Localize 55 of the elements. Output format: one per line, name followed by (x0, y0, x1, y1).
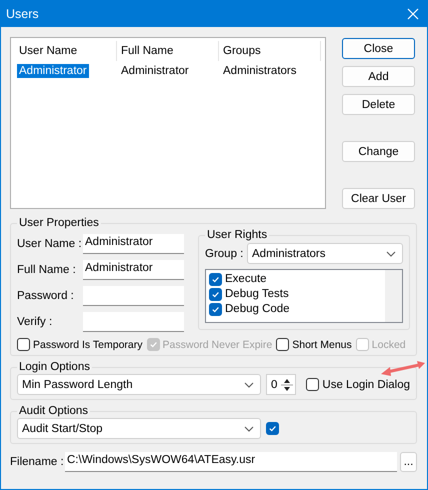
check-icon (268, 424, 277, 433)
checkbox[interactable] (209, 302, 222, 316)
field-label: Verify : (17, 316, 54, 328)
checkbox-label: Debug Code (225, 303, 290, 315)
column-header[interactable]: User Name (15, 41, 117, 61)
table-cell[interactable]: Administrator (17, 64, 89, 78)
pointer-arrow (381, 361, 425, 377)
checkbox-label: Locked (372, 338, 406, 350)
field-label: Group : (205, 248, 244, 260)
dialog-button[interactable]: Clear User (342, 188, 415, 209)
checkbox[interactable] (209, 272, 222, 286)
checkbox-label: Password Never Expire (162, 338, 272, 350)
column-header[interactable]: Groups (219, 41, 321, 61)
scrollbar-track[interactable] (385, 270, 402, 322)
field-label: User Name : (17, 238, 83, 250)
browse-button[interactable]: ... (400, 452, 417, 472)
check-icon (148, 340, 158, 349)
column-header[interactable]: Full Name (117, 41, 219, 61)
checkbox-label: Short Menus (292, 338, 352, 350)
chevron-down-icon (386, 250, 396, 256)
table-cell[interactable]: Administrator (119, 64, 191, 78)
chevron-down-icon (244, 426, 254, 432)
checkbox-label: Password Is Temporary (33, 338, 143, 350)
group-title: User Rights (206, 229, 268, 241)
dialog-button[interactable]: Close (342, 38, 415, 59)
input-field[interactable] (83, 286, 184, 306)
checkbox[interactable] (306, 378, 320, 391)
dialog-button[interactable]: Change (342, 141, 415, 162)
checkbox-label: Debug Tests (225, 288, 289, 300)
input-field[interactable] (83, 312, 184, 332)
checkbox-label: Execute (225, 273, 267, 285)
input-field[interactable]: Administrator (83, 260, 184, 280)
checkbox[interactable] (209, 288, 222, 300)
field-label: Full Name : (17, 264, 77, 276)
checkbox-label: Use Login Dialog (322, 378, 410, 390)
close-icon[interactable] (407, 8, 419, 20)
group-title: Login Options (18, 361, 91, 373)
input-field[interactable]: Administrator (83, 234, 184, 254)
group-title: User Properties (18, 217, 100, 229)
table-cell[interactable]: Administrators (221, 64, 298, 78)
setting-dropdown[interactable]: Min Password Length (17, 374, 261, 395)
checkbox[interactable] (276, 338, 290, 351)
window-title: Users (6, 7, 39, 21)
checkbox[interactable] (266, 422, 279, 435)
group-dropdown[interactable]: Administrators (247, 243, 403, 264)
audit-dropdown[interactable]: Audit Start/Stop (17, 418, 261, 439)
chevron-down-icon (244, 382, 254, 388)
checkbox[interactable] (17, 338, 30, 351)
dialog-button[interactable]: Add (342, 66, 415, 87)
field-label: Filename : (10, 456, 65, 468)
input-field[interactable]: C:\Windows\SysWOW64\ATEasy.usr (65, 452, 397, 472)
group-title: Audit Options (18, 405, 90, 417)
field-label: Password : (17, 290, 75, 302)
spin-box[interactable]: 0 (266, 374, 296, 395)
dialog-button[interactable]: Delete (342, 94, 415, 115)
